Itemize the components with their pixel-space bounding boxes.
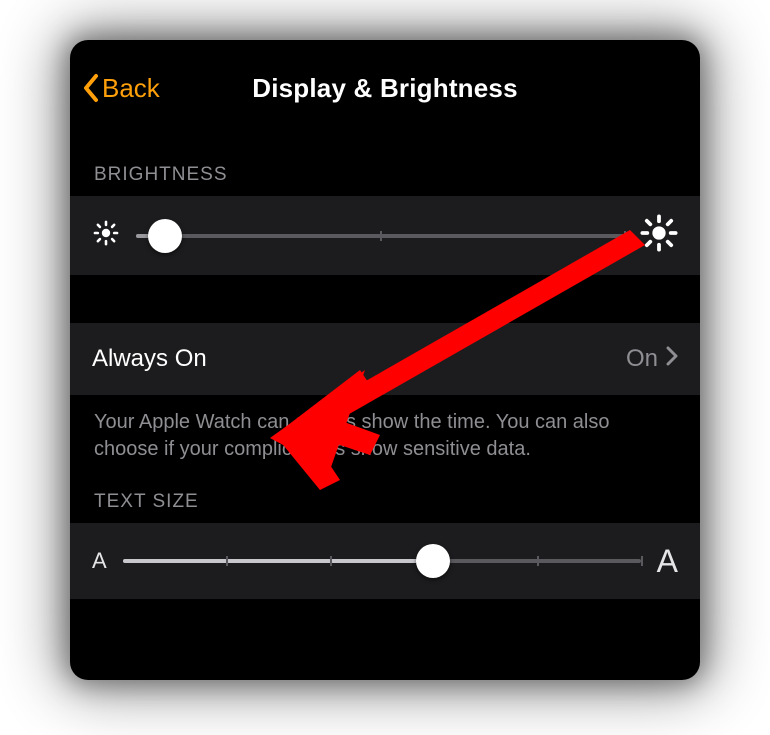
- page-title: Display & Brightness: [70, 73, 700, 104]
- brightness-slider[interactable]: [136, 216, 624, 256]
- sun-dim-icon: [92, 219, 120, 252]
- always-on-label: Always On: [92, 345, 207, 373]
- brightness-section-label: BRIGHTNESS: [70, 138, 700, 196]
- always-on-description: Your Apple Watch can always show the tim…: [70, 395, 700, 473]
- text-size-section-label: TEXT SIZE: [70, 473, 700, 523]
- text-size-slider[interactable]: [123, 541, 641, 581]
- text-size-small-letter: A: [92, 548, 107, 574]
- always-on-row[interactable]: Always On On: [70, 323, 700, 395]
- text-size-slider-row: A A: [70, 523, 700, 599]
- text-size-slider-thumb[interactable]: [416, 544, 450, 578]
- sun-bright-icon: [640, 214, 678, 257]
- always-on-value: On: [626, 345, 658, 373]
- chevron-right-icon: [666, 345, 678, 373]
- text-size-large-letter: A: [657, 543, 678, 580]
- brightness-slider-thumb[interactable]: [148, 219, 182, 253]
- brightness-slider-row: [70, 196, 700, 275]
